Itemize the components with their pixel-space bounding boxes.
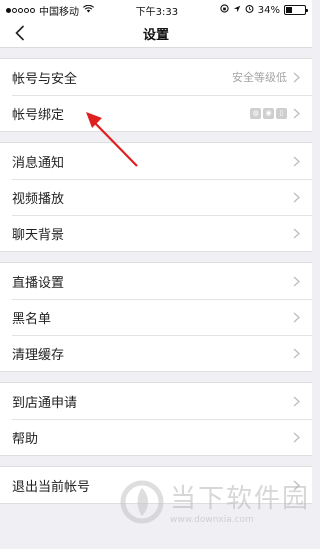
battery-percent: 34% [257, 4, 280, 16]
back-button[interactable] [10, 22, 30, 44]
row-label: 清理缓存 [12, 347, 65, 363]
status-bar: 中国移动 下午3:33 34% [0, 0, 312, 20]
alarm-icon [245, 4, 254, 16]
account-security-row[interactable]: 帐号与安全 安全等级低 [0, 59, 312, 95]
watermark-text: 当下软件园 [170, 484, 311, 514]
status-right: 34% [220, 4, 308, 16]
page-title: 设置 [142, 28, 169, 43]
message-notify-row[interactable]: 消息通知 [0, 143, 312, 179]
chevron-left-icon [15, 25, 25, 41]
chevron-right-icon [293, 108, 300, 119]
chevron-right-icon [293, 348, 300, 359]
watermark-logo-icon [120, 480, 164, 523]
chevron-right-icon [293, 396, 300, 407]
chevron-right-icon [293, 192, 300, 203]
phone-icon: ▯ [276, 107, 287, 119]
battery-level [285, 7, 293, 13]
settings-group-account: 帐号与安全 安全等级低 帐号绑定 ◍ ◉ ▯ [0, 58, 312, 132]
chevron-right-icon [293, 72, 300, 83]
wifi-icon [83, 4, 94, 16]
battery-icon [283, 5, 308, 15]
chevron-right-icon [293, 432, 300, 443]
weibo-icon: ◉ [263, 107, 274, 119]
row-label: 消息通知 [12, 155, 65, 171]
chevron-right-icon [293, 228, 300, 239]
watermark: 当下软件园 www.downxia.com [120, 478, 310, 525]
status-left: 中国移动 [6, 3, 94, 18]
help-row[interactable]: 帮助 [0, 419, 312, 455]
settings-group-help: 到店通申请 帮助 [0, 382, 312, 456]
row-label: 帐号绑定 [12, 107, 65, 123]
store-apply-row[interactable]: 到店通申请 [0, 383, 312, 419]
row-label: 帮助 [12, 431, 39, 447]
chevron-right-icon [293, 312, 300, 323]
row-label: 到店通申请 [12, 395, 78, 411]
binding-icons: ◍ ◉ ▯ [250, 107, 287, 119]
location-icon [233, 5, 241, 16]
carrier-name: 中国移动 [39, 6, 79, 18]
row-label: 帐号与安全 [12, 71, 78, 87]
watermark-url: www.downxia.com [170, 515, 254, 525]
settings-group-live: 直播设置 黑名单 清理缓存 [0, 262, 312, 372]
chevron-right-icon [293, 156, 300, 167]
chevron-right-icon [293, 276, 300, 287]
clear-cache-row[interactable]: 清理缓存 [0, 335, 312, 371]
row-label: 直播设置 [12, 275, 65, 291]
nav-bar: 设置 [0, 20, 312, 48]
video-playback-row[interactable]: 视频播放 [0, 179, 312, 215]
security-level-value: 安全等级低 [232, 71, 287, 84]
row-label: 视频播放 [12, 191, 65, 207]
blacklist-row[interactable]: 黑名单 [0, 299, 312, 335]
settings-group-general: 消息通知 视频播放 聊天背景 [0, 142, 312, 252]
wechat-icon: ◍ [250, 107, 261, 119]
chat-background-row[interactable]: 聊天背景 [0, 215, 312, 251]
clock: 下午3:33 [135, 6, 179, 18]
row-label: 聊天背景 [12, 227, 65, 243]
live-settings-row[interactable]: 直播设置 [0, 263, 312, 299]
signal-icon [6, 7, 35, 13]
lock-rotation-icon [220, 4, 229, 16]
row-label: 黑名单 [12, 311, 52, 327]
account-binding-row[interactable]: 帐号绑定 ◍ ◉ ▯ [0, 95, 312, 131]
